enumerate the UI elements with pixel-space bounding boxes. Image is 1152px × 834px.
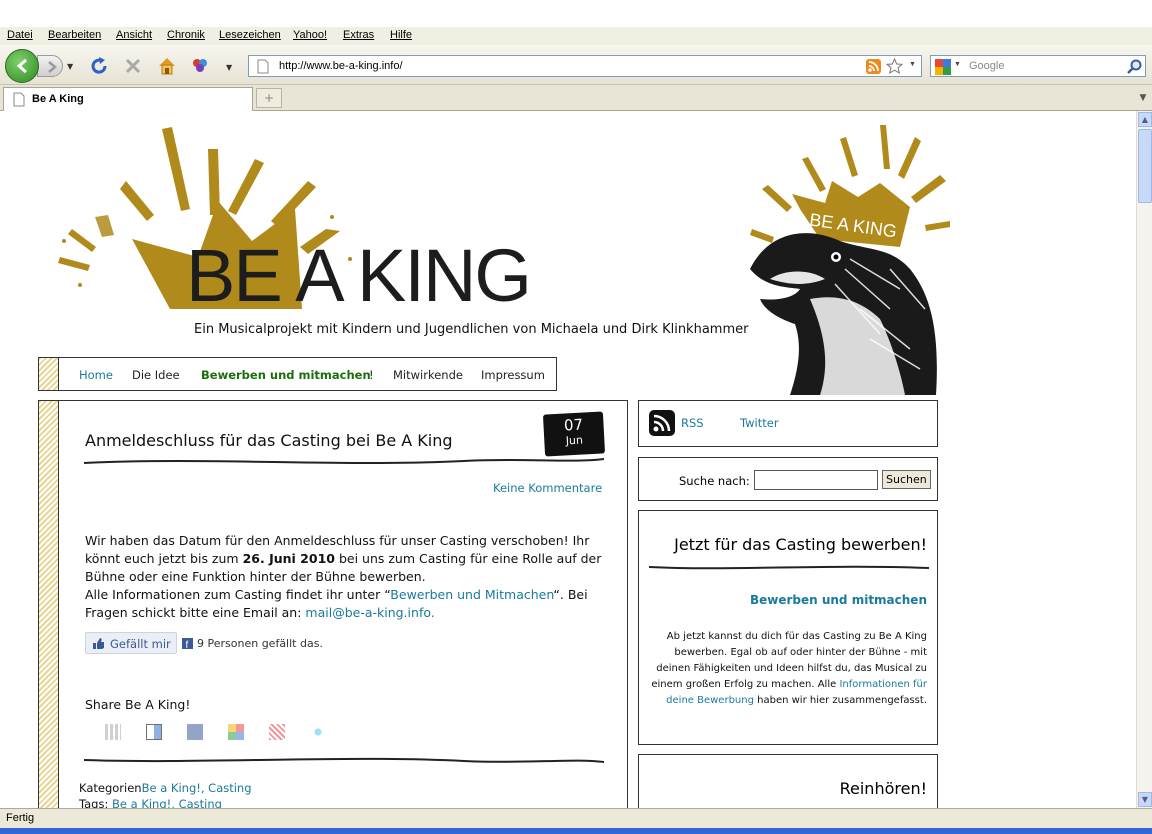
- nav-die-idee[interactable]: Die Idee: [132, 368, 180, 382]
- nav-bewerben[interactable]: Bewerben und mitmachen: [201, 368, 371, 382]
- menu-yahoo[interactable]: Yahoo!: [293, 29, 327, 41]
- forward-button[interactable]: [37, 55, 63, 77]
- menu-bar: Datei Bearbeiten Ansicht Chronik Lesezei…: [0, 27, 1152, 45]
- tab-list-icon[interactable]: ▼: [1136, 88, 1150, 108]
- scroll-up-icon[interactable]: ▲: [1138, 112, 1152, 127]
- twitter-link[interactable]: Twitter: [740, 416, 779, 430]
- new-tab-button[interactable]: +: [256, 88, 282, 108]
- browser-window: Datei Bearbeiten Ansicht Chronik Lesezei…: [0, 0, 1152, 834]
- share-title: Share Be A King!: [85, 697, 191, 712]
- page-icon: [13, 92, 25, 107]
- engine-dropdown-icon[interactable]: ▼: [954, 61, 961, 68]
- casting-link[interactable]: Bewerben und mitmachen: [750, 593, 927, 607]
- reload-icon[interactable]: [88, 55, 110, 77]
- listen-title: Reinhören!: [839, 779, 927, 798]
- menu-chronik[interactable]: Chronik: [167, 29, 205, 41]
- like-count: 9 Personen gefällt das.: [197, 637, 323, 650]
- site-logo[interactable]: BE A KING: [186, 239, 532, 313]
- nav-impressum[interactable]: Impressum: [481, 368, 545, 382]
- url-text: http://www.be-a-king.info/: [279, 60, 403, 72]
- star-icon[interactable]: [886, 58, 903, 75]
- back-button[interactable]: [5, 49, 39, 83]
- tab-bar: Be A King + ▼: [0, 85, 1152, 111]
- menu-hilfe[interactable]: Hilfe: [390, 29, 412, 41]
- thumbs-up-icon: [93, 638, 104, 649]
- listen-widget: Reinhören!: [638, 754, 938, 808]
- navigation-toolbar: ▼ ▼ http://www.be-a-king.info/ ▼ ▼ Googl…: [0, 45, 1152, 85]
- scroll-down-icon[interactable]: ▼: [1138, 792, 1152, 807]
- post-categories: KategorienBe a King!, Casting: [79, 781, 252, 795]
- menu-datei[interactable]: Datei: [7, 29, 33, 41]
- address-bar[interactable]: http://www.be-a-king.info/ ▼: [248, 55, 922, 77]
- post-date-month: Jun: [565, 433, 584, 448]
- blog-post: Anmeldeschluss für das Casting bei Be A …: [38, 400, 628, 808]
- post-tags: Tags: Be a King!, Casting: [79, 797, 222, 808]
- facebook-share-icon[interactable]: [187, 724, 203, 740]
- search-icon[interactable]: [1127, 59, 1142, 74]
- search-bar[interactable]: ▼ Google: [930, 55, 1146, 77]
- rss-icon[interactable]: [866, 59, 881, 74]
- search-label: Suche nach:: [679, 474, 750, 488]
- search-widget: Suche nach: Suchen: [638, 457, 938, 501]
- eagle-crown-icon: BE A KING: [750, 125, 950, 395]
- casting-title: Jetzt für das Casting bewerben!: [674, 535, 927, 554]
- page-icon: [257, 59, 269, 74]
- addon-icon[interactable]: [189, 55, 211, 77]
- menu-extras[interactable]: Extras: [343, 29, 374, 41]
- back-icon: [16, 58, 27, 74]
- comments-link[interactable]: Keine Kommentare: [493, 481, 602, 495]
- rss-link[interactable]: RSS: [681, 416, 704, 430]
- tab-be-a-king[interactable]: Be A King: [3, 87, 253, 111]
- nav-home[interactable]: Home: [79, 368, 113, 382]
- feed-box: RSS Twitter: [638, 400, 938, 447]
- post-body: Wir haben das Datum für den Anmeldeschlu…: [85, 533, 602, 620]
- divider: [84, 458, 604, 464]
- vertical-scrollbar[interactable]: ▲ ▼: [1136, 111, 1152, 808]
- facebook-icon: f: [182, 638, 193, 649]
- status-bar: Fertig: [0, 808, 1152, 828]
- main-navigation: Home Die Idee Bewerben und mitmachen ! M…: [38, 357, 557, 391]
- divider: [649, 565, 929, 570]
- google-icon[interactable]: [935, 59, 951, 75]
- stumbleupon-icon[interactable]: [269, 724, 285, 740]
- email-link[interactable]: mail@be-a-king.info.: [305, 605, 434, 620]
- search-placeholder: Google: [969, 60, 1005, 72]
- taskbar: [0, 828, 1152, 834]
- dropdown-icon[interactable]: ▼: [226, 63, 232, 72]
- svg-text:f: f: [186, 640, 189, 649]
- home-icon[interactable]: [156, 55, 178, 77]
- menu-lesezeichen[interactable]: Lesezeichen: [219, 29, 281, 41]
- divider: [84, 757, 604, 763]
- page-content: BE A KING Ein Musicalprojekt mit Kindern…: [0, 111, 1136, 808]
- site-search-input[interactable]: [754, 470, 878, 490]
- stop-icon[interactable]: [122, 55, 144, 77]
- facebook-like-button[interactable]: Gefällt mir: [85, 632, 177, 654]
- google-share-icon[interactable]: [228, 724, 244, 740]
- rss-feed-icon[interactable]: [649, 410, 675, 436]
- bewerben-link[interactable]: Bewerben und Mitmachen: [390, 587, 553, 602]
- casting-widget: Jetzt für das Casting bewerben! Bewerben…: [638, 510, 938, 745]
- scroll-thumb[interactable]: [1138, 129, 1152, 203]
- search-submit-button[interactable]: Suchen: [882, 470, 931, 489]
- twitter-share-icon[interactable]: [310, 724, 326, 740]
- post-date-badge: 07 Jun: [542, 411, 606, 457]
- menu-bearbeiten[interactable]: Bearbeiten: [48, 29, 101, 41]
- site-tagline: Ein Musicalprojekt mit Kindern und Jugen…: [194, 322, 749, 337]
- url-dropdown-icon[interactable]: ▼: [909, 61, 916, 68]
- delicious-icon[interactable]: [146, 724, 162, 740]
- status-text: Fertig: [6, 812, 35, 824]
- digg-icon[interactable]: [105, 724, 121, 740]
- post-title[interactable]: Anmeldeschluss für das Casting bei Be A …: [85, 431, 453, 450]
- nav-mitwirkende[interactable]: Mitwirkende: [393, 368, 463, 382]
- nav-exclamation: !: [369, 368, 374, 382]
- menu-ansicht[interactable]: Ansicht: [116, 29, 152, 41]
- casting-text: Ab jetzt kannst du dich für das Casting …: [651, 631, 927, 706]
- forward-icon: [48, 61, 57, 73]
- tab-title: Be A King: [32, 93, 84, 105]
- history-dropdown-icon[interactable]: ▼: [67, 62, 73, 71]
